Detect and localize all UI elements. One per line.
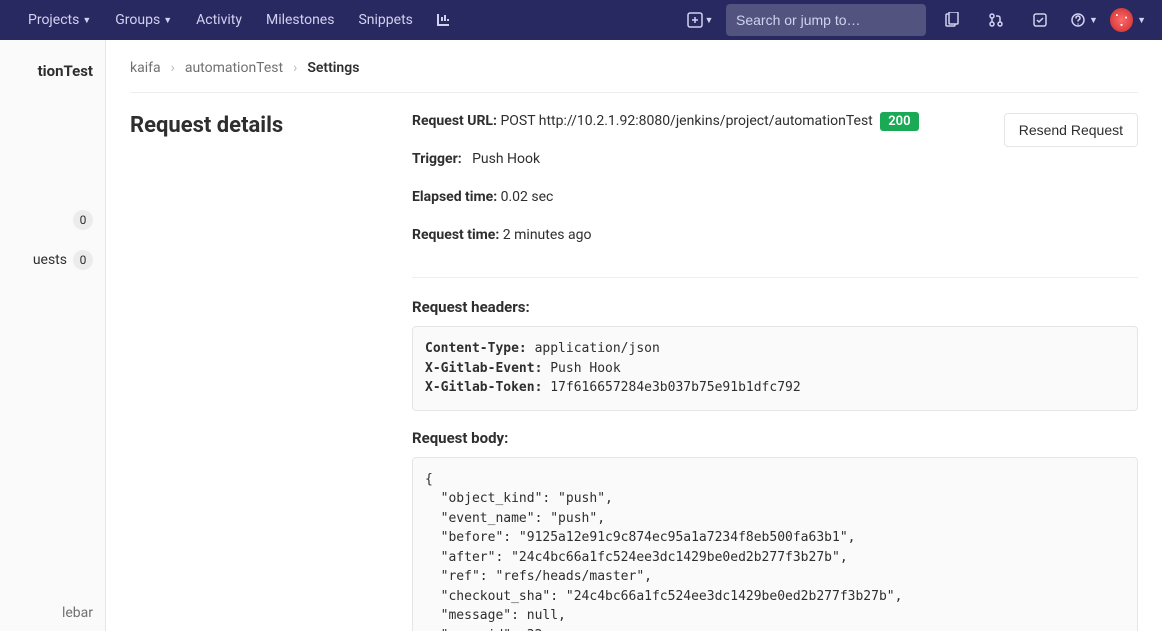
todos-icon[interactable]	[1022, 0, 1058, 40]
nav-snippets[interactable]: Snippets	[346, 0, 424, 40]
nav-milestones[interactable]: Milestones	[254, 0, 347, 40]
request-url-value: POST http://10.2.1.92:8080/jenkins/proje…	[500, 113, 872, 129]
breadcrumb-project[interactable]: automationTest	[185, 60, 283, 76]
resend-request-button[interactable]: Resend Request	[1004, 113, 1138, 147]
nav-activity[interactable]: Activity	[184, 0, 254, 40]
breadcrumb-current: Settings	[307, 60, 359, 76]
breadcrumb-kaifa[interactable]: kaifa	[130, 60, 161, 76]
request-body-title: Request body:	[412, 429, 1138, 447]
reqtime-label: Request time:	[412, 227, 499, 243]
request-body-block: { "object_kind": "push", "event_name": "…	[412, 457, 1138, 631]
request-url-label: Request URL:	[412, 113, 497, 129]
breadcrumb: kaifa › automationTest › Settings	[130, 52, 1138, 93]
status-badge: 200	[880, 112, 918, 131]
elapsed-label: Elapsed time:	[412, 189, 497, 205]
page-title: Request details	[130, 113, 380, 138]
plus-icon[interactable]: ▼	[682, 0, 718, 40]
help-icon[interactable]: ▼	[1066, 0, 1102, 40]
search-box[interactable]	[726, 4, 926, 36]
sidebar-project-title[interactable]: tionTest	[0, 52, 105, 90]
badge: 0	[73, 210, 93, 230]
merge-requests-icon[interactable]	[978, 0, 1014, 40]
nav-projects[interactable]: Projects▼	[16, 0, 103, 40]
request-headers-title: Request headers:	[412, 298, 1138, 316]
elapsed-value: 0.02 sec	[501, 189, 554, 205]
trigger-value: Push Hook	[472, 151, 540, 167]
sidebar-item-requests[interactable]: uests 0	[0, 240, 105, 280]
trigger-label: Trigger:	[412, 151, 462, 167]
search-input[interactable]	[736, 12, 917, 28]
top-navbar: Projects▼ Groups▼ Activity Milestones Sn…	[0, 0, 1162, 40]
chevron-right-icon: ›	[293, 60, 297, 76]
avatar	[1110, 8, 1133, 32]
chevron-right-icon: ›	[171, 60, 175, 76]
nav-groups[interactable]: Groups▼	[103, 0, 184, 40]
divider	[412, 277, 1138, 278]
chart-icon[interactable]	[425, 0, 461, 40]
sidebar: tionTest 0 uests 0 lebar	[0, 40, 106, 631]
badge: 0	[73, 250, 93, 270]
request-headers-block: Content-Type: application/json X-Gitlab-…	[412, 326, 1138, 411]
sidebar-item[interactable]: 0	[0, 200, 105, 240]
user-menu[interactable]: ▼	[1110, 0, 1146, 40]
reqtime-value: 2 minutes ago	[503, 227, 592, 243]
collapse-sidebar[interactable]: lebar	[62, 605, 93, 621]
issues-icon[interactable]	[934, 0, 970, 40]
